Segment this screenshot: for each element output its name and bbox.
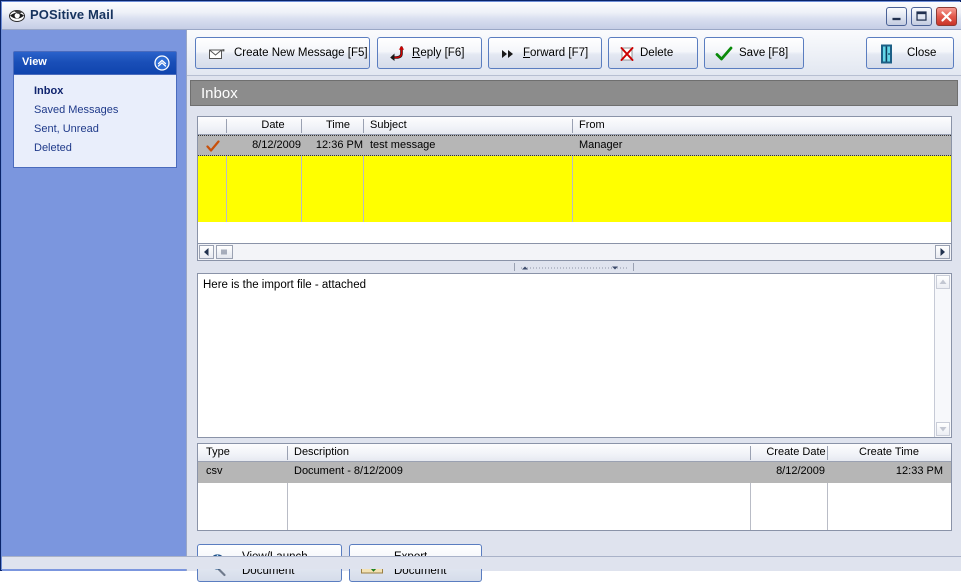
section-header: Inbox <box>190 80 958 106</box>
column-header-time[interactable]: Time <box>308 119 368 131</box>
view-panel-title: View <box>22 56 47 68</box>
column-header-create-date[interactable]: Create Date <box>757 446 835 458</box>
sidebar-item-inbox[interactable]: Inbox <box>14 82 176 101</box>
cell-from: Manager <box>579 139 623 151</box>
application-window: POSitive Mail View Inbox Saved Messages … <box>0 0 961 582</box>
view-item-list: Inbox Saved Messages Sent, Unread Delete… <box>14 75 176 167</box>
checkmark-icon <box>206 140 220 153</box>
close-button[interactable]: Close <box>866 37 954 69</box>
create-new-message-button[interactable]: Create New Message [F5] <box>195 37 370 69</box>
delete-label: Delete <box>640 47 674 59</box>
close-window-button[interactable] <box>936 7 957 26</box>
app-mail-icon <box>9 8 25 24</box>
column-divider <box>363 156 364 222</box>
column-header-subject[interactable]: Subject <box>370 119 407 131</box>
column-header-from[interactable]: From <box>579 119 605 131</box>
column-divider[interactable] <box>750 446 751 460</box>
message-grid[interactable]: Date Time Subject From 8/12/2009 12:36 P… <box>197 116 952 244</box>
column-divider <box>572 156 573 222</box>
page-title: Inbox <box>201 85 238 102</box>
cell-create-time: 12:33 PM <box>895 465 943 477</box>
sidebar: View Inbox Saved Messages Sent, Unread D… <box>2 30 186 571</box>
cell-description: Document - 8/12/2009 <box>294 465 403 477</box>
chevron-up-icon[interactable] <box>154 55 170 71</box>
forward-label: Forward [F7] <box>523 47 589 59</box>
message-grid-header: Date Time Subject From <box>198 117 951 135</box>
save-label: Save [F8] <box>739 47 789 59</box>
sidebar-item-label: Inbox <box>34 85 64 97</box>
sidebar-item-label: Deleted <box>34 142 72 154</box>
fast-forward-icon <box>499 45 517 63</box>
create-new-message-label: Create New Message [F5] <box>234 47 368 59</box>
message-body-text[interactable]: Here is the import file - attached <box>203 278 929 293</box>
scroll-down-icon[interactable] <box>936 422 950 436</box>
column-header-create-time[interactable]: Create Time <box>834 446 944 458</box>
column-divider <box>287 483 288 530</box>
attachment-grid-header: Type Description Create Date Create Time <box>198 444 951 462</box>
reply-label: Reply [F6] <box>412 47 465 59</box>
reply-button[interactable]: Reply [F6] <box>377 37 482 69</box>
toolbar: Create New Message [F5] Reply [F6] Forwa… <box>187 30 961 76</box>
maximize-button[interactable] <box>911 7 932 26</box>
sidebar-item-label: Sent, Unread <box>34 123 99 135</box>
column-header-date[interactable]: Date <box>238 119 308 131</box>
exit-door-icon <box>878 43 896 65</box>
message-body-panel[interactable]: Here is the import file - attached <box>197 273 952 438</box>
save-button[interactable]: Save [F8] <box>704 37 804 69</box>
column-divider[interactable] <box>226 119 227 133</box>
envelope-new-icon <box>208 45 226 63</box>
column-divider <box>750 483 751 530</box>
cell-type: csv <box>206 465 223 477</box>
sidebar-item-saved-messages[interactable]: Saved Messages <box>14 101 176 120</box>
hscroll-thumb[interactable] <box>216 245 233 259</box>
sidebar-item-label: Saved Messages <box>34 104 119 116</box>
close-label: Close <box>907 47 937 59</box>
cell-create-date: 8/12/2009 <box>776 465 825 477</box>
table-row[interactable]: 8/12/2009 12:36 PM test message Manager <box>198 135 951 156</box>
attachment-grid[interactable]: Type Description Create Date Create Time… <box>197 443 952 531</box>
column-divider <box>226 156 227 222</box>
green-check-icon <box>715 45 733 63</box>
column-divider[interactable] <box>287 446 288 460</box>
sidebar-item-sent-unread[interactable]: Sent, Unread <box>14 120 176 139</box>
cell-time: 12:36 PM <box>315 139 363 151</box>
cell-subject: test message <box>370 139 436 151</box>
status-bar <box>2 556 961 569</box>
column-header-description[interactable]: Description <box>294 446 349 458</box>
sidebar-item-deleted[interactable]: Deleted <box>14 139 176 158</box>
minimize-button[interactable] <box>886 7 907 26</box>
cell-date: 8/12/2009 <box>252 139 301 151</box>
column-divider[interactable] <box>827 446 828 460</box>
scroll-right-icon[interactable] <box>935 245 950 259</box>
view-panel-header: View <box>14 52 176 75</box>
attachment-grid-empty-area[interactable] <box>198 483 951 530</box>
column-divider <box>827 483 828 530</box>
message-grid-hscrollbar[interactable] <box>197 244 952 261</box>
delete-x-icon <box>618 45 636 63</box>
forward-button[interactable]: Forward [F7] <box>488 37 602 69</box>
table-row[interactable]: csv Document - 8/12/2009 8/12/2009 12:33… <box>198 462 951 483</box>
horizontal-splitter[interactable] <box>197 262 952 272</box>
column-divider <box>301 156 302 222</box>
window-title: POSitive Mail <box>30 7 114 22</box>
splitter-grip[interactable] <box>514 263 634 271</box>
column-divider[interactable] <box>572 119 573 133</box>
column-header-type[interactable]: Type <box>206 446 230 458</box>
view-panel: View Inbox Saved Messages Sent, Unread D… <box>13 51 177 168</box>
content-area: Create New Message [F5] Reply [F6] Forwa… <box>186 30 961 582</box>
scroll-left-icon[interactable] <box>199 245 214 259</box>
message-grid-empty-area[interactable] <box>198 156 951 222</box>
message-body-vscrollbar[interactable] <box>934 274 951 437</box>
delete-button[interactable]: Delete <box>608 37 698 69</box>
title-bar[interactable]: POSitive Mail <box>2 2 961 30</box>
column-divider[interactable] <box>301 119 302 133</box>
column-divider[interactable] <box>363 119 364 133</box>
scroll-up-icon[interactable] <box>936 275 950 289</box>
reply-arrow-icon <box>388 45 406 63</box>
